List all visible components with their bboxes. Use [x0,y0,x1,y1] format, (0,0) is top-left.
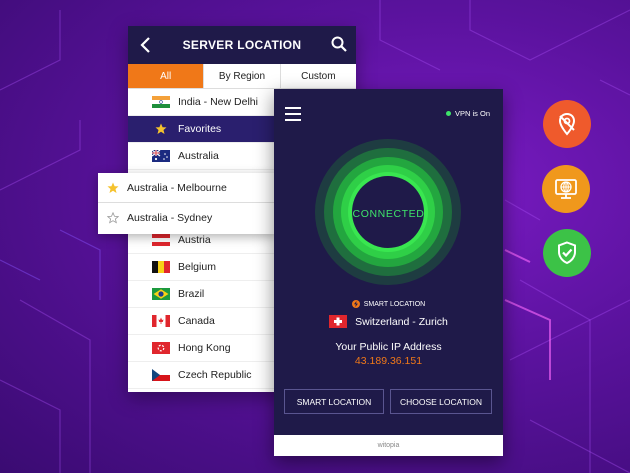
search-icon[interactable] [331,36,347,52]
tab-by-region[interactable]: By Region [204,64,281,88]
tab-all[interactable]: All [128,64,205,88]
server-item-label: Czech Republic [178,369,252,381]
server-location-header: SERVER LOCATION [128,26,356,64]
ip-address-value: 43.189.36.151 [354,355,423,367]
server-item-label: Favorites [178,123,222,135]
server-item-label: India - New Delhi [178,96,258,108]
hamburger-menu-icon[interactable] [285,107,301,121]
location-off-icon [543,100,591,148]
vpn-main-panel: VPN is On CONNECTED SMART LOCATION Switz… [274,89,503,456]
server-item-label: Australia [178,150,219,162]
server-item-label: Belgium [178,261,216,273]
hong-kong-flag-icon [152,342,170,354]
sublocation-sydney[interactable]: Australia - Sydney [98,203,276,233]
star-icon [155,123,167,134]
connected-status-button[interactable]: CONNECTED [274,208,503,220]
vpn-status: VPN is On [445,109,490,118]
server-item-label: Brazil [178,288,205,300]
sublocation-label: Australia - Melbourne [127,181,227,194]
czech-republic-flag-icon [152,369,170,381]
brazil-flag-icon [152,288,170,300]
ip-address-label: Your Public IP Address [335,341,442,353]
server-location-title: SERVER LOCATION [182,38,302,52]
shield-check-icon [543,229,591,277]
globe-monitor-icon [542,165,590,213]
sublocation-label: Australia - Sydney [127,212,213,224]
india-flag-icon [152,96,170,108]
sublocation-melbourne[interactable]: Australia - Melbourne [98,173,276,203]
australia-sublocation-popup: Australia - Melbourne Australia - Sydney [98,173,276,234]
brand-logo-text: witopia [377,442,400,449]
lightning-icon [351,300,360,308]
choose-location-button[interactable]: CHOOSE LOCATION [390,389,492,414]
belgium-flag-icon [152,261,170,273]
footer-logo: witopia [274,435,503,456]
smart-location-button[interactable]: SMART LOCATION [284,389,384,414]
smart-location-tag-text: SMART LOCATION [363,300,426,308]
australia-flag-icon [152,150,170,162]
canada-flag-icon [152,315,170,327]
smart-location-tag: SMART LOCATION [274,300,503,308]
server-item-label: Canada [178,315,215,327]
tab-custom[interactable]: Custom [281,64,356,88]
server-item-label: Austria [178,234,211,246]
vpn-status-text: VPN is On [454,109,490,118]
austria-flag-icon [152,234,170,246]
back-arrow-icon[interactable] [138,36,154,54]
star-filled-icon[interactable] [107,182,119,194]
region-tabs: All By Region Custom [128,64,356,89]
switzerland-flag-icon [329,315,348,328]
current-location-text: Switzerland - Zurich [355,315,448,328]
star-outline-icon[interactable] [107,212,119,224]
current-location: Switzerland - Zurich [274,315,503,328]
status-dot-icon [445,111,451,116]
server-item-label: Hong Kong [178,342,231,354]
